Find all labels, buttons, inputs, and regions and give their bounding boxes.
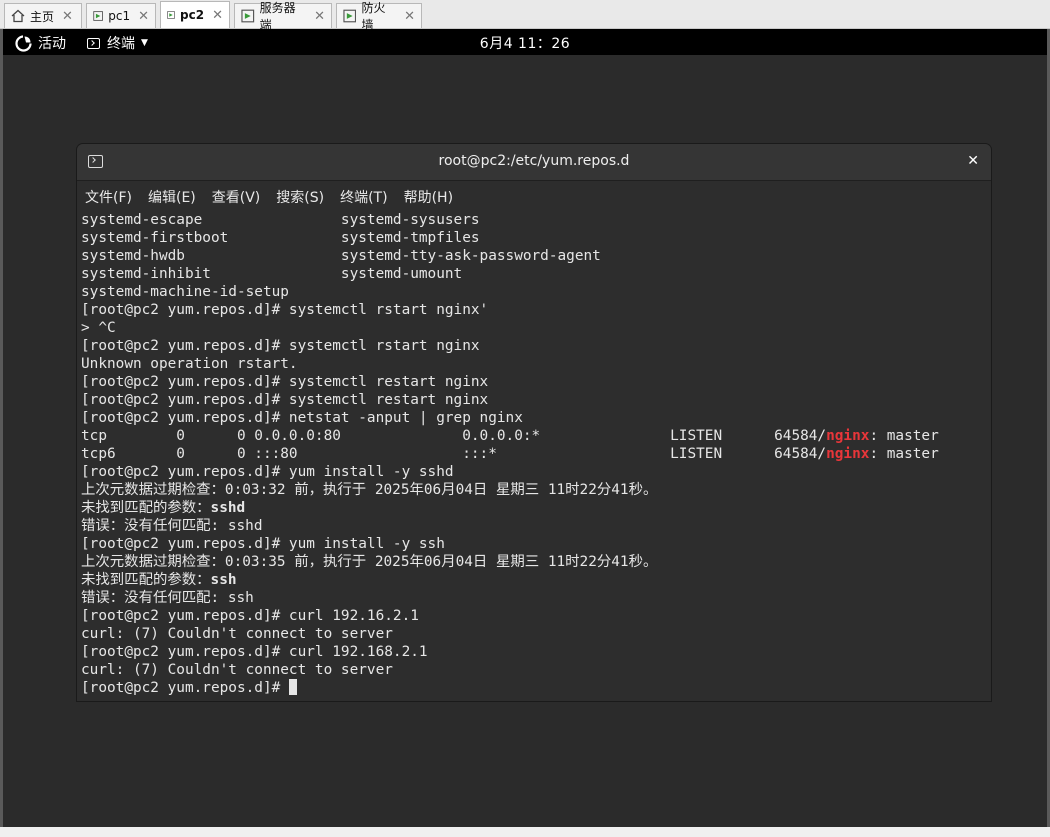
netstat-text: : master bbox=[869, 428, 939, 444]
vm-icon bbox=[93, 11, 103, 21]
nomatch-line: 未找到匹配的参数：ssh bbox=[81, 571, 939, 589]
terminal-window[interactable]: root@pc2:/etc/yum.repos.d ✕ 文件(F) 编辑(E) … bbox=[77, 144, 991, 701]
close-icon[interactable]: ✕ bbox=[404, 9, 415, 24]
menu-search[interactable]: 搜索(S) bbox=[276, 187, 324, 207]
prompt-line[interactable]: [root@pc2 yum.repos.d]# bbox=[81, 679, 939, 697]
clock[interactable]: 6月4 11：26 bbox=[3, 33, 1047, 53]
terminal-line: [root@pc2 yum.repos.d]# systemctl restar… bbox=[81, 392, 489, 408]
terminal-menubar: 文件(F) 编辑(E) 查看(V) 搜索(S) 终端(T) 帮助(H) bbox=[77, 181, 991, 212]
gnome-top-bar: 活动 终端 ▼ 6月4 11：26 bbox=[3, 29, 1047, 55]
tab-home[interactable]: 主页 ✕ bbox=[4, 3, 82, 28]
tab-pc1[interactable]: pc1 ✕ bbox=[86, 3, 156, 28]
nomatch-line: 未找到匹配的参数：sshd bbox=[81, 499, 939, 517]
close-button[interactable]: ✕ bbox=[967, 153, 979, 169]
vm-icon bbox=[343, 9, 357, 23]
close-icon[interactable]: ✕ bbox=[314, 9, 325, 24]
terminal-line: [root@pc2 yum.repos.d]# yum install -y s… bbox=[81, 464, 454, 480]
shell-prompt: [root@pc2 yum.repos.d]# bbox=[81, 680, 289, 696]
menu-view[interactable]: 查看(V) bbox=[212, 187, 261, 207]
terminal-line: > ^C bbox=[81, 320, 116, 336]
netstat-text: tcp6 0 0 :::80 :::* LISTEN 64584/ bbox=[81, 446, 827, 462]
terminal-line: 错误：没有任何匹配: ssh bbox=[81, 590, 254, 606]
terminal-line: [root@pc2 yum.repos.d]# systemctl rstart… bbox=[81, 338, 480, 354]
tab-pc2[interactable]: pc2 ✕ bbox=[160, 1, 230, 28]
status-strip bbox=[0, 827, 1050, 837]
tab-label: pc2 bbox=[180, 8, 205, 22]
text-cursor bbox=[288, 679, 297, 695]
menu-file[interactable]: 文件(F) bbox=[85, 187, 132, 207]
terminal-output[interactable]: systemd-escape systemd-sysusers systemd-… bbox=[77, 212, 991, 701]
vm-icon bbox=[241, 9, 255, 23]
grep-match: nginx bbox=[826, 446, 870, 462]
terminal-line: 上次元数据过期检查：0:03:35 前，执行于 2025年06月04日 星期三 … bbox=[81, 554, 658, 570]
tab-firewall[interactable]: 防火墙 ✕ bbox=[336, 1, 422, 32]
tab-server[interactable]: 服务器端 ✕ bbox=[234, 1, 332, 32]
grep-match: nginx bbox=[826, 428, 870, 444]
netstat-text: tcp 0 0 0.0.0.0:80 0.0.0.0:* LISTEN 6458… bbox=[81, 428, 827, 444]
terminal-lines: systemd-escape systemd-sysusers systemd-… bbox=[81, 211, 939, 697]
menu-terminal[interactable]: 终端(T) bbox=[340, 187, 387, 207]
terminal-line: [root@pc2 yum.repos.d]# yum install -y s… bbox=[81, 536, 445, 552]
menu-help[interactable]: 帮助(H) bbox=[404, 187, 453, 207]
netstat-row: tcp 0 0 0.0.0.0:80 0.0.0.0:* LISTEN 6458… bbox=[81, 427, 939, 445]
vm-icon bbox=[167, 11, 175, 19]
nomatch-label: 未找到匹配的参数： bbox=[81, 572, 211, 588]
terminal-line: [root@pc2 yum.repos.d]# curl 192.168.2.1 bbox=[81, 644, 428, 660]
close-icon[interactable]: ✕ bbox=[212, 8, 223, 23]
vm-tab-bar: 主页 ✕ pc1 ✕ pc2 ✕ 服务器端 ✕ 防火墙 ✕ bbox=[0, 0, 1050, 32]
nomatch-label: 未找到匹配的参数： bbox=[81, 500, 211, 516]
nomatch-package: ssh bbox=[210, 572, 237, 588]
netstat-row: tcp6 0 0 :::80 :::* LISTEN 64584/nginx: … bbox=[81, 445, 939, 463]
terminal-line: systemd-machine-id-setup bbox=[81, 284, 289, 300]
terminal-line: curl: (7) Couldn't connect to server bbox=[81, 662, 393, 678]
window-title: root@pc2:/etc/yum.repos.d bbox=[438, 153, 630, 169]
terminal-line: systemd-firstboot systemd-tmpfiles bbox=[81, 230, 480, 246]
netstat-text: : master bbox=[869, 446, 939, 462]
terminal-line: systemd-inhibit systemd-umount bbox=[81, 266, 463, 282]
close-icon[interactable]: ✕ bbox=[138, 9, 149, 24]
nomatch-package: sshd bbox=[210, 500, 246, 516]
guest-screen: 活动 终端 ▼ 6月4 11：26 root@pc2:/etc/yum.repo… bbox=[0, 29, 1050, 827]
terminal-titlebar[interactable]: root@pc2:/etc/yum.repos.d ✕ bbox=[77, 144, 991, 181]
terminal-line: systemd-escape systemd-sysusers bbox=[81, 212, 480, 228]
menu-edit[interactable]: 编辑(E) bbox=[148, 187, 196, 207]
terminal-line: 上次元数据过期检查：0:03:32 前，执行于 2025年06月04日 星期三 … bbox=[81, 482, 658, 498]
terminal-line: [root@pc2 yum.repos.d]# systemctl restar… bbox=[81, 374, 489, 390]
home-icon bbox=[11, 9, 25, 23]
terminal-line: Unknown operation rstart. bbox=[81, 356, 298, 372]
terminal-line: systemd-hwdb systemd-tty-ask-password-ag… bbox=[81, 248, 601, 264]
terminal-line: [root@pc2 yum.repos.d]# netstat -anput |… bbox=[81, 410, 523, 426]
tab-label: pc1 bbox=[108, 9, 131, 23]
close-icon[interactable]: ✕ bbox=[62, 9, 73, 24]
terminal-line: curl: (7) Couldn't connect to server bbox=[81, 626, 393, 642]
terminal-line: [root@pc2 yum.repos.d]# systemctl rstart… bbox=[81, 302, 489, 318]
terminal-line: [root@pc2 yum.repos.d]# curl 192.16.2.1 bbox=[81, 608, 419, 624]
tab-label: 主页 bbox=[30, 9, 55, 24]
terminal-line: 错误：没有任何匹配: sshd bbox=[81, 518, 263, 534]
